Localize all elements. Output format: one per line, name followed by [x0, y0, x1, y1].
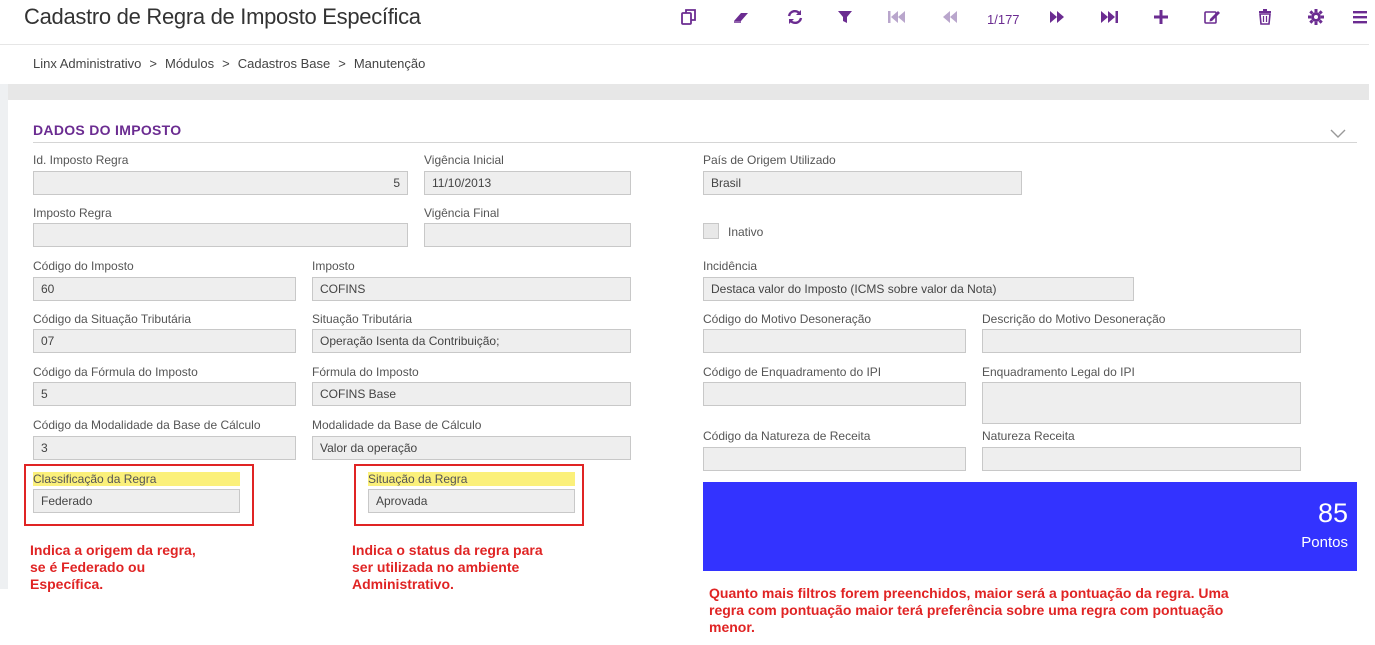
pais-origem-field[interactable]: Brasil — [703, 171, 1022, 195]
breadcrumb-item[interactable]: Linx Administrativo — [33, 56, 141, 71]
content-left-edge — [0, 84, 8, 589]
natureza-receita-label: Natureza Receita — [982, 429, 1075, 443]
imposto-regra-field[interactable] — [33, 223, 408, 247]
copy-icon[interactable] — [680, 8, 698, 26]
codigo-modalidade-base-label: Código da Modalidade da Base de Cálculo — [33, 418, 261, 432]
modalidade-base-label: Modalidade da Base de Cálculo — [312, 418, 482, 432]
breadcrumb: Linx Administrativo > Módulos > Cadastros Ba… — [33, 56, 425, 71]
first-record-icon[interactable] — [887, 8, 907, 26]
score-panel: 85 Pontos — [703, 482, 1357, 571]
vigencia-inicial-field[interactable]: 11/10/2013 — [424, 171, 631, 195]
edit-icon[interactable] — [1203, 8, 1221, 26]
breadcrumb-separator: > — [338, 56, 346, 71]
codigo-formula-imposto-label: Código da Fórmula do Imposto — [33, 365, 198, 379]
codigo-formula-imposto-field[interactable]: 5 — [33, 382, 296, 406]
codigo-enquadramento-ipi-field[interactable] — [703, 382, 966, 406]
breadcrumb-separator: > — [222, 56, 230, 71]
codigo-situacao-tributaria-field[interactable]: 07 — [33, 329, 296, 353]
annotation-line: Específica. — [30, 576, 104, 592]
natureza-receita-field[interactable] — [982, 447, 1301, 471]
codigo-situacao-tributaria-label: Código da Situação Tributária — [33, 312, 192, 326]
incidencia-label: Incidência — [703, 259, 758, 273]
modalidade-base-field[interactable]: Valor da operação — [312, 436, 631, 460]
annotation-line: Administrativo. — [352, 576, 454, 592]
page-title: Cadastro de Regra de Imposto Específica — [24, 4, 421, 29]
record-pager: 1/177 — [987, 12, 1020, 27]
add-icon[interactable] — [1152, 8, 1170, 26]
vigencia-inicial-label: Vigência Inicial — [424, 153, 504, 167]
breadcrumb-separator: > — [149, 56, 157, 71]
formula-imposto-label: Fórmula do Imposto — [312, 365, 419, 379]
annotation-line: Indica o status da regra para — [352, 542, 543, 558]
codigo-natureza-receita-label: Código da Natureza de Receita — [703, 429, 871, 443]
eraser-icon[interactable] — [732, 8, 750, 26]
enquadramento-legal-ipi-field[interactable] — [982, 382, 1301, 424]
codigo-motivo-desoneracao-field[interactable] — [703, 329, 966, 353]
codigo-imposto-label: Código do Imposto — [33, 259, 134, 273]
classificacao-regra-label: Classificação da Regra — [33, 472, 240, 486]
last-record-icon[interactable] — [1099, 8, 1119, 26]
descricao-motivo-desoneracao-label: Descrição do Motivo Desoneração — [982, 312, 1166, 326]
id-imposto-regra-field[interactable]: 5 — [33, 171, 408, 195]
incidencia-field[interactable]: Destaca valor do Imposto (ICMS sobre val… — [703, 277, 1134, 301]
menu-icon[interactable] — [1352, 8, 1368, 26]
delete-icon[interactable] — [1256, 8, 1274, 26]
refresh-icon[interactable] — [786, 8, 804, 26]
codigo-enquadramento-ipi-label: Código de Enquadramento do IPI — [703, 365, 882, 379]
classificacao-annotation: Indica a origem da regra, se é Federado … — [30, 542, 196, 593]
chevron-down-icon[interactable] — [1330, 128, 1346, 142]
codigo-motivo-desoneracao-label: Código do Motivo Desoneração — [703, 312, 872, 326]
score-unit: Pontos — [1301, 534, 1348, 551]
section-title: DADOS DO IMPOSTO — [33, 122, 182, 138]
vigencia-final-field[interactable] — [424, 223, 631, 247]
descricao-motivo-desoneracao-field[interactable] — [982, 329, 1301, 353]
vigencia-final-label: Vigência Final — [424, 206, 500, 220]
situacao-regra-label: Situação da Regra — [368, 472, 575, 486]
breadcrumb-item: Manutenção — [353, 56, 426, 71]
situacao-tributaria-label: Situação Tributária — [312, 312, 413, 326]
pais-origem-label: País de Origem Utilizado — [703, 153, 836, 167]
inativo-label: Inativo — [728, 225, 764, 239]
classificacao-regra-field[interactable]: Federado — [33, 489, 240, 513]
situacao-tributaria-field[interactable]: Operação Isenta da Contribuição; — [312, 329, 631, 353]
annotation-line: ser utilizada no ambiente — [352, 559, 520, 575]
section-divider — [33, 142, 1357, 143]
breadcrumb-item[interactable]: Módulos — [165, 56, 214, 71]
enquadramento-legal-ipi-label: Enquadramento Legal do IPI — [982, 365, 1135, 379]
next-record-icon[interactable] — [1047, 8, 1067, 26]
content-top-bar — [8, 84, 1369, 100]
score-value: 85 — [1317, 498, 1348, 528]
imposto-regra-label: Imposto Regra — [33, 206, 112, 220]
previous-record-icon[interactable] — [940, 8, 960, 26]
id-imposto-regra-label: Id. Imposto Regra — [33, 153, 129, 167]
imposto-field[interactable]: COFINS — [312, 277, 631, 301]
header-divider — [0, 44, 1369, 45]
annotation-line: menor. — [709, 619, 755, 635]
annotation-line: Quanto mais filtros forem preenchidos, m… — [709, 585, 1229, 601]
imposto-label: Imposto — [312, 259, 355, 273]
settings-icon[interactable] — [1307, 8, 1325, 26]
annotation-line: se é Federado ou — [30, 559, 146, 575]
annotation-line: Indica a origem da regra, — [30, 542, 196, 558]
codigo-natureza-receita-field[interactable] — [703, 447, 966, 471]
codigo-imposto-field[interactable]: 60 — [33, 277, 296, 301]
breadcrumb-item[interactable]: Cadastros Base — [238, 56, 331, 71]
codigo-modalidade-base-field[interactable]: 3 — [33, 436, 296, 460]
filter-icon[interactable] — [836, 8, 854, 26]
formula-imposto-field[interactable]: COFINS Base — [312, 382, 631, 406]
inativo-checkbox[interactable] — [703, 223, 719, 239]
score-annotation: Quanto mais filtros forem preenchidos, m… — [709, 585, 1229, 636]
situacao-annotation: Indica o status da regra para ser utiliz… — [352, 542, 543, 593]
situacao-regra-field[interactable]: Aprovada — [368, 489, 575, 513]
annotation-line: regra com pontuação maior terá preferênc… — [709, 602, 1224, 618]
